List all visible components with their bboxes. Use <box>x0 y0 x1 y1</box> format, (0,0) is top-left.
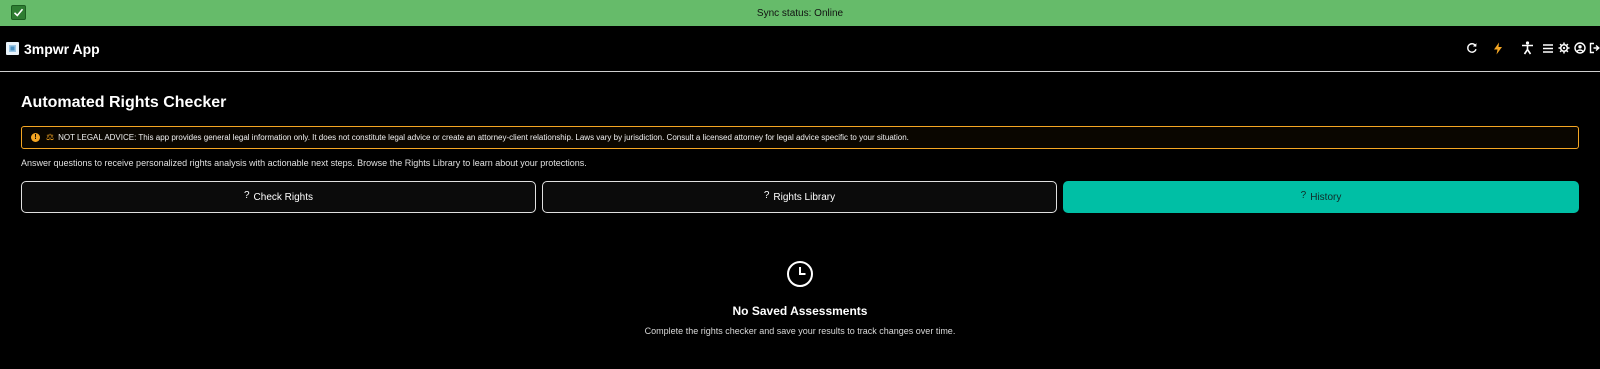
legal-disclaimer-banner: ! ⚖ NOT LEGAL ADVICE: This app provides … <box>21 126 1579 149</box>
clock-icon <box>786 260 814 288</box>
checkmark-icon <box>11 5 26 20</box>
empty-state: No Saved Assessments Complete the rights… <box>21 260 1579 336</box>
gear-icon[interactable] <box>1557 41 1571 55</box>
warning-icon: ! <box>31 133 40 142</box>
tab-rights-library[interactable]: ? Rights Library <box>542 181 1057 213</box>
tab-label: History <box>1310 191 1342 203</box>
help-icon: ? <box>763 189 770 201</box>
help-icon: ? <box>243 189 250 201</box>
menu-icon[interactable] <box>1541 41 1555 55</box>
help-icon: ? <box>1300 189 1307 201</box>
sync-status-text: Sync status: Online <box>756 7 844 19</box>
brand[interactable]: 3mpwr App <box>6 41 100 57</box>
scales-icon: ⚖ <box>46 132 55 142</box>
app-name: 3mpwr App <box>24 40 100 57</box>
tab-check-rights[interactable]: ? Check Rights <box>21 181 536 213</box>
header-actions <box>1410 26 1600 72</box>
app-logo-icon <box>6 42 19 55</box>
logout-icon[interactable] <box>1588 41 1600 55</box>
tab-label: Check Rights <box>253 191 314 203</box>
page-title: Automated Rights Checker <box>21 94 227 111</box>
accessibility-icon[interactable] <box>1520 41 1534 55</box>
lightning-icon[interactable] <box>1491 41 1505 55</box>
user-icon[interactable] <box>1573 41 1587 55</box>
intro-text: Answer questions to receive personalized… <box>21 158 587 168</box>
tab-label: Rights Library <box>773 191 836 203</box>
sync-status-bar: Sync status: Online <box>0 0 1600 26</box>
refresh-icon[interactable] <box>1465 41 1479 55</box>
tab-bar: ? Check Rights ? Rights Library ? Histor… <box>21 181 1579 213</box>
empty-state-title: No Saved Assessments <box>732 304 868 318</box>
app-header: 3mpwr App <box>0 26 1600 72</box>
tab-history[interactable]: ? History <box>1063 181 1579 213</box>
disclaimer-text: NOT LEGAL ADVICE: This app provides gene… <box>58 133 909 142</box>
empty-state-subtitle: Complete the rights checker and save you… <box>644 326 956 336</box>
